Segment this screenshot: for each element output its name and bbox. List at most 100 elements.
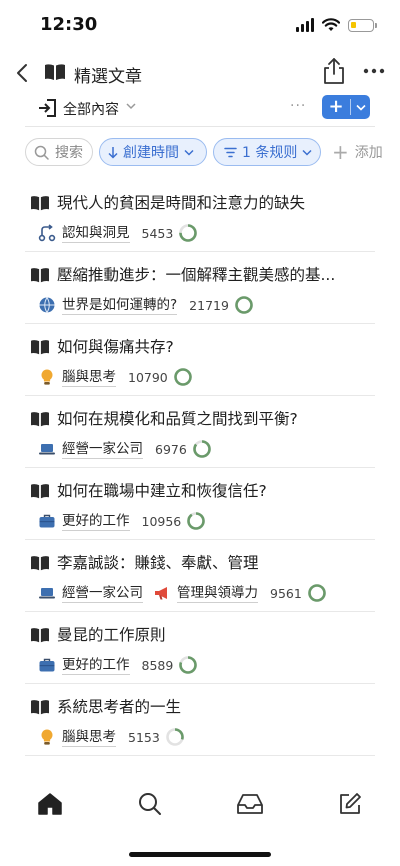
laptop-icon: [38, 440, 56, 458]
globe-icon: [38, 296, 56, 314]
status-time: 12:30: [40, 14, 98, 35]
inbox-icon[interactable]: [236, 790, 264, 818]
filter-icon: [224, 147, 237, 157]
category-tag[interactable]: 腦與思考: [38, 368, 116, 387]
article-row[interactable]: 如何與傷痛共存? 腦與思考 10790: [0, 324, 400, 396]
search-icon[interactable]: [136, 790, 164, 818]
book-open-icon: [30, 482, 50, 504]
plus-icon[interactable]: +: [322, 95, 350, 119]
category-label: 認知與洞見: [62, 224, 130, 243]
book-open-icon: [30, 698, 50, 720]
progress-ring: [193, 440, 211, 458]
category-tag[interactable]: 更好的工作: [38, 512, 130, 531]
view-more-button[interactable]: ···: [290, 98, 306, 114]
word-count: 5153: [128, 729, 160, 745]
article-title: 如何在規模化和品質之間找到平衡?: [57, 410, 298, 428]
battery-icon: [348, 18, 377, 32]
chevron-down-icon: [302, 149, 312, 156]
megaphone-icon: [153, 584, 171, 602]
article-row[interactable]: 如何在規模化和品質之間找到平衡? 經營一家公司 6976: [0, 396, 400, 468]
progress-ring: [173, 368, 192, 386]
category-tag[interactable]: 經營一家公司: [38, 584, 143, 603]
book-open-icon: [30, 410, 50, 432]
status-icons: [296, 18, 377, 32]
chevron-down-icon: [184, 149, 194, 156]
filter-rule-chip-label: 1 条规则: [242, 145, 298, 161]
article-meta: 經營一家公司 管理與領導力 9561: [38, 582, 326, 604]
article-meta: 世界是如何運轉的? 21719: [38, 294, 253, 316]
home-icon[interactable]: [36, 790, 64, 818]
article-meta: 更好的工作 10956: [38, 510, 206, 532]
article-row[interactable]: 如何在職場中建立和恢復信任? 更好的工作 10956: [0, 468, 400, 540]
filter-chips: 搜索 創建時間 1 条规则 + 添加: [0, 138, 400, 170]
view-selector[interactable]: 全部內容: [63, 99, 119, 119]
category-label: 世界是如何運轉的?: [62, 296, 178, 315]
more-horizontal-icon[interactable]: [360, 56, 388, 86]
node-link-icon: [38, 224, 56, 242]
briefcase-icon: [38, 656, 56, 674]
sort-chip[interactable]: 創建時間: [99, 138, 207, 166]
category-label: 更好的工作: [62, 656, 130, 675]
article-title: 李嘉誠談：賺錢、奉獻、管理: [57, 554, 259, 572]
edit-icon[interactable]: [336, 790, 364, 818]
search-chip-label: 搜索: [55, 145, 83, 161]
row-divider: [25, 755, 375, 756]
word-count: 10956: [141, 513, 182, 529]
word-count: 8589: [141, 657, 174, 673]
cellular-signal-icon: [296, 18, 314, 32]
add-filter-button[interactable]: + 添加: [330, 138, 400, 166]
book-open-icon: [30, 626, 50, 648]
article-row[interactable]: 李嘉誠談：賺錢、奉獻、管理經營一家公司 管理與領導力 9561: [0, 540, 400, 612]
share-icon[interactable]: [320, 56, 348, 86]
article-title: 系統思考者的一生: [57, 698, 182, 716]
book-open-icon: [30, 554, 50, 576]
progress-ring: [179, 224, 198, 242]
category-label: 經營一家公司: [62, 584, 143, 603]
progress-ring: [166, 728, 184, 746]
nav-bar: 精選文章: [0, 54, 400, 94]
exit-door-icon: [39, 99, 56, 117]
header-divider: [25, 126, 375, 127]
article-row[interactable]: 曼昆的工作原則更好的工作 8589: [0, 612, 400, 684]
chevron-down-icon[interactable]: [126, 102, 136, 110]
article-meta: 腦與思考 10790: [38, 366, 192, 388]
book-open-icon: [30, 266, 50, 288]
article-title: 現代人的貧困是時間和注意力的缺失: [57, 194, 306, 212]
laptop-icon: [38, 584, 56, 602]
category-tag[interactable]: 管理與領導力: [153, 584, 258, 603]
search-chip[interactable]: 搜索: [25, 138, 93, 166]
category-tag[interactable]: 腦與思考: [38, 728, 116, 747]
book-open-icon: [30, 338, 50, 360]
add-dropdown-chevron-icon[interactable]: [351, 104, 370, 111]
category-label: 經營一家公司: [62, 440, 143, 459]
view-row: 全部內容 ··· +: [0, 94, 400, 128]
article-title: 曼昆的工作原則: [57, 626, 166, 644]
word-count: 5453: [141, 225, 174, 241]
article-row[interactable]: 系統思考者的一生腦與思考 5153: [0, 684, 400, 756]
plus-icon: +: [332, 140, 349, 164]
progress-ring: [187, 512, 206, 530]
progress-ring: [235, 296, 253, 314]
chevron-left-icon[interactable]: [10, 58, 34, 88]
book-open-icon: [30, 194, 50, 216]
home-indicator[interactable]: [129, 852, 271, 857]
tab-bar: [0, 770, 400, 840]
category-tag[interactable]: 經營一家公司: [38, 440, 143, 459]
article-row[interactable]: 現代人的貧困是時間和注意力的缺失認知與洞見 5453: [0, 180, 400, 252]
filter-rule-chip[interactable]: 1 条规则: [213, 138, 321, 166]
progress-ring: [308, 584, 326, 602]
category-label: 更好的工作: [62, 512, 130, 531]
category-tag[interactable]: 世界是如何運轉的?: [38, 296, 178, 315]
search-icon: [34, 145, 49, 160]
category-tag[interactable]: 認知與洞見: [38, 224, 130, 243]
category-tag[interactable]: 更好的工作: [38, 656, 130, 675]
category-label: 腦與思考: [62, 368, 116, 387]
page-title: 精選文章: [74, 67, 142, 87]
add-button[interactable]: +: [322, 95, 370, 119]
word-count: 6976: [155, 441, 187, 457]
article-row[interactable]: 壓縮推動進步：一個解釋主觀美感的基... 世界是如何運轉的? 21719: [0, 252, 400, 324]
sort-chip-label: 創建時間: [123, 145, 179, 161]
book-open-icon: [45, 64, 65, 80]
add-filter-label: 添加: [354, 145, 383, 161]
lightbulb-icon: [38, 368, 56, 386]
